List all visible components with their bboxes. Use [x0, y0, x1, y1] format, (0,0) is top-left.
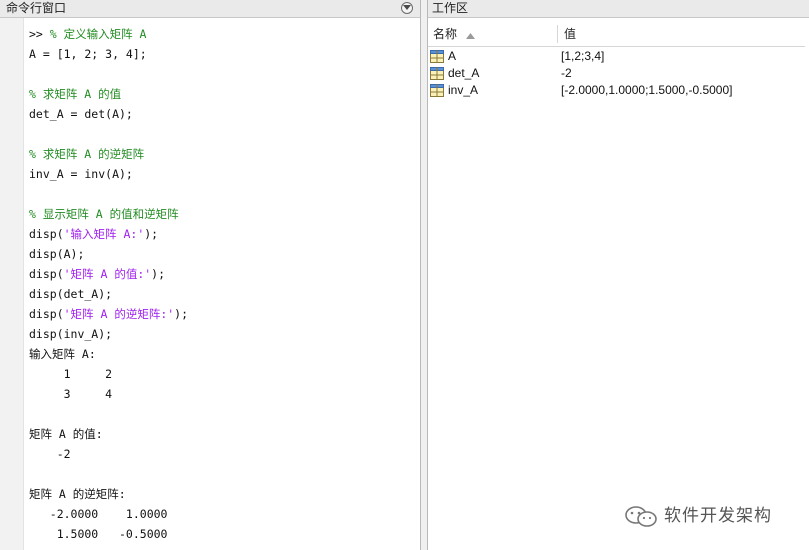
- variable-name: det_A: [448, 66, 480, 80]
- workspace-title: 工作区: [432, 1, 469, 15]
- code-text: disp(A);: [29, 247, 85, 261]
- command-line: disp('输入矩阵 A:');: [29, 224, 416, 244]
- command-window-content[interactable]: >> % 定义输入矩阵 A A = [1, 2; 3, 4]; % 求矩阵 A 的值…: [29, 24, 416, 544]
- workspace-panel: 工作区 名称 值 A [1,2;3,4] det_A -2 inv_A [-2.0000,…: [427, 0, 809, 550]
- code-text: -2.0000 1.0000: [29, 507, 168, 521]
- panel-menu-button[interactable]: [401, 2, 413, 14]
- workspace-title-bar: 工作区: [428, 0, 809, 18]
- variable-value: [-2.0000,1.0000;1.5000,-0.5000]: [561, 83, 733, 97]
- command-window-title-bar: 命令行窗口: [0, 0, 420, 18]
- code-text: disp(det_A);: [29, 287, 113, 301]
- code-text: disp(: [29, 227, 64, 241]
- command-window-title: 命令行窗口: [6, 1, 67, 15]
- command-line: [29, 184, 416, 204]
- command-line: disp('矩阵 A 的逆矩阵:');: [29, 304, 416, 324]
- workspace-row-inv-a[interactable]: inv_A [-2.0000,1.0000;1.5000,-0.5000]: [430, 82, 805, 99]
- code-text: );: [174, 307, 189, 321]
- code-text: disp(: [29, 307, 64, 321]
- value-column-label: 值: [564, 27, 577, 41]
- code-text: );: [144, 227, 159, 241]
- column-divider[interactable]: [557, 25, 558, 43]
- command-line: -2: [29, 444, 416, 464]
- code-text: 输入矩阵 A:: [29, 347, 96, 361]
- code-text: );: [151, 267, 166, 281]
- code-text: 矩阵 A 的逆矩阵:: [29, 487, 126, 501]
- command-line: [29, 404, 416, 424]
- command-line: % 显示矩阵 A 的值和逆矩阵: [29, 204, 416, 224]
- variable-value: -2: [561, 66, 572, 80]
- variable-value: [1,2;3,4]: [561, 49, 605, 63]
- code-text: 1 2: [29, 367, 113, 381]
- workspace-row-det-a[interactable]: det_A -2: [430, 65, 805, 82]
- command-line: 1.5000 -0.5000: [29, 524, 416, 544]
- watermark-text: 软件开发架构: [664, 506, 772, 526]
- command-line: [29, 124, 416, 144]
- code-text: 矩阵 A 的值:: [29, 427, 103, 441]
- command-line: 矩阵 A 的值:: [29, 424, 416, 444]
- command-line: % 求矩阵 A 的值: [29, 84, 416, 104]
- code-text: A = [1, 2; 3, 4];: [29, 47, 147, 61]
- command-line: 矩阵 A 的逆矩阵:: [29, 484, 416, 504]
- command-line: A = [1, 2; 3, 4];: [29, 44, 416, 64]
- variable-name: A: [448, 49, 457, 63]
- workspace-row-a[interactable]: A [1,2;3,4]: [430, 48, 805, 65]
- workspace-variable-list: A [1,2;3,4] det_A -2 inv_A [-2.0000,1.0000;1.…: [430, 48, 805, 99]
- command-line: disp(det_A);: [29, 284, 416, 304]
- command-line: [29, 64, 416, 84]
- code-text: det_A = det(A);: [29, 107, 133, 121]
- command-line: 输入矩阵 A:: [29, 344, 416, 364]
- code-text: disp(inv_A);: [29, 327, 113, 341]
- code-string: '矩阵 A 的逆矩阵:': [63, 307, 175, 321]
- command-line: 3 4: [29, 384, 416, 404]
- code-text: >>: [29, 27, 50, 41]
- code-comment: % 求矩阵 A 的值: [29, 87, 122, 101]
- code-text: -2: [29, 447, 71, 461]
- command-line: det_A = det(A);: [29, 104, 416, 124]
- code-text: inv_A = inv(A);: [29, 167, 133, 181]
- code-text: 3 4: [29, 387, 113, 401]
- command-line: >> % 定义输入矩阵 A: [29, 24, 416, 44]
- command-line: % 求矩阵 A 的逆矩阵: [29, 144, 416, 164]
- workspace-column-header: 名称 值: [428, 22, 805, 47]
- command-window-panel: 命令行窗口 >> % 定义输入矩阵 A A = [1, 2; 3, 4]; % 求矩…: [0, 0, 421, 550]
- sort-ascending-icon: [465, 23, 475, 47]
- code-text: disp(: [29, 267, 64, 281]
- code-string: '矩阵 A 的值:': [63, 267, 152, 281]
- name-column-header[interactable]: 名称: [433, 22, 557, 46]
- code-comment: % 显示矩阵 A 的值和逆矩阵: [29, 207, 179, 221]
- command-line: disp(A);: [29, 244, 416, 264]
- code-comment: % 定义输入矩阵 A: [49, 27, 147, 41]
- name-column-label: 名称: [433, 27, 458, 41]
- command-line: disp(inv_A);: [29, 324, 416, 344]
- code-text: 1.5000 -0.5000: [29, 527, 168, 541]
- code-comment: % 求矩阵 A 的逆矩阵: [29, 147, 145, 161]
- command-line: [29, 464, 416, 484]
- variable-name: inv_A: [448, 83, 479, 97]
- code-string: '输入矩阵 A:': [63, 227, 145, 241]
- command-line: disp('矩阵 A 的值:');: [29, 264, 416, 284]
- command-line: -2.0000 1.0000: [29, 504, 416, 524]
- command-window-gutter: [0, 18, 24, 550]
- matrix-variable-icon: [430, 84, 444, 102]
- command-line: 1 2: [29, 364, 416, 384]
- wechat-logo-icon: [624, 506, 658, 535]
- value-column-header[interactable]: 值: [564, 22, 576, 46]
- command-line: inv_A = inv(A);: [29, 164, 416, 184]
